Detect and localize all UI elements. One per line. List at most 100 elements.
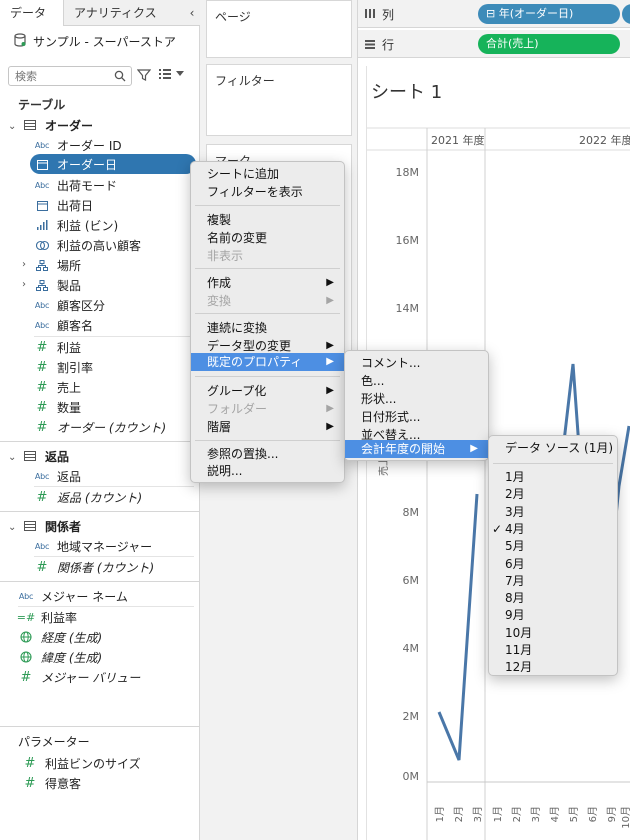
chevron-right-icon[interactable]: › [22,279,26,290]
datasource-row[interactable]: サンプル - スーパーストア [14,32,176,50]
field-profit-bin[interactable]: 利益 (ビン) [34,215,118,235]
menu-item-month[interactable]: 12月 [489,658,617,676]
field-label: 出荷モード [57,178,118,193]
filters-card[interactable]: フィルター [206,64,352,136]
table-returns[interactable]: 返品 [22,446,69,466]
search-input[interactable] [9,67,109,85]
menu-item-datasource-default[interactable]: データ ソース (1月) [489,439,617,457]
field-ship-mode[interactable]: Abc 出荷モード [34,175,117,195]
menu-item-group-by[interactable]: グループ化 ▶ [191,382,344,400]
pages-card[interactable]: ページ [206,0,352,58]
menu-item-fiscal-year-start[interactable]: 会計年度の開始 ▶ [345,440,488,458]
field-regional-manager[interactable]: Abc 地域マネージャー [34,536,152,556]
menu-item-convert-continuous[interactable]: 連続に変換 [191,319,344,337]
field-latitude[interactable]: 緯度 (生成) [18,647,102,667]
rows-shelf[interactable]: 行 合計(売上) [358,30,630,58]
menu-item-duplicate[interactable]: 複製 [191,211,344,229]
menu-item-label: 9月 [505,608,525,623]
field-product[interactable]: 製品 [34,275,81,295]
field-order-date[interactable]: オーダー日 [30,154,196,174]
measure-icon: # [24,755,36,771]
field-discount[interactable]: # 割引率 [34,357,93,377]
menu-item-comment[interactable]: コメント... [345,354,488,372]
menu-item-month[interactable]: 7月 [489,572,617,590]
field-customer-name[interactable]: Abc 顧客名 [34,315,93,335]
y-tick-label: 2M [403,710,420,723]
x-tick-label: 2月 [453,806,465,822]
menu-item-label: 階層 [207,420,232,434]
field-label: 利益 [57,340,82,355]
menu-item-describe[interactable]: 説明... [191,462,344,480]
submenu-arrow-icon: ▶ [326,385,334,396]
chevron-right-icon[interactable]: › [22,259,26,270]
menu-item-month[interactable]: 8月 [489,589,617,607]
menu-item-default-properties[interactable]: 既定のプロパティ ▶ [191,353,344,371]
menu-item-month[interactable]: 2月 [489,485,617,503]
menu-item-add-to-sheet[interactable]: シートに追加 [191,165,344,183]
field-returned[interactable]: Abc 返品 [34,466,81,486]
field-returns-count[interactable]: # 返品 (カウント) [34,487,143,507]
field-people-count[interactable]: # 関係者 (カウント) [34,557,155,577]
submenu-arrow-icon: ▶ [470,443,478,454]
x-tick-label: 1月 [434,806,446,822]
table-people[interactable]: 関係者 [22,516,81,536]
field-profit[interactable]: # 利益 [34,337,81,357]
menu-item-create[interactable]: 作成 ▶ [191,274,344,292]
submenu-arrow-icon: ▶ [326,356,334,367]
menu-item-label: データ型の変更 [207,339,292,353]
next-column-pill[interactable] [622,4,630,24]
field-sales[interactable]: # 売上 [34,377,81,397]
field-measure-names[interactable]: Abc メジャー ネーム [18,586,128,606]
menu-item-replace-references[interactable]: 参照の置換... [191,445,344,463]
sum-sales-pill[interactable]: 合計(売上) [478,34,620,54]
field-orders-count[interactable]: # オーダー (カウント) [34,417,167,437]
menu-item-month[interactable]: 5月 [489,537,617,555]
menu-item-month[interactable]: 11月 [489,641,617,659]
field-longitude[interactable]: 経度 (生成) [18,627,102,647]
collapse-pane-icon[interactable]: ‹ [184,0,200,25]
field-label: 利益率 [41,610,78,625]
chevron-down-icon[interactable]: ⌄ [8,522,16,533]
field-quantity[interactable]: # 数量 [34,397,81,417]
columns-shelf[interactable]: 列 ⊟ 年(オーダー日) [358,0,630,28]
field-label: メジャー バリュー [41,670,141,685]
submenu-arrow-icon: ▶ [326,403,334,414]
tab-data[interactable]: データ [0,0,64,26]
tab-analytics[interactable]: アナリティクス [64,0,184,26]
menu-item-rename[interactable]: 名前の変更 [191,229,344,247]
field-segment[interactable]: Abc 顧客区分 [34,295,105,315]
columns-label: 列 [382,8,395,22]
table-name: 関係者 [45,519,82,534]
parameter-profit-bin-size[interactable]: # 利益ビンのサイズ [22,753,141,773]
field-measure-values[interactable]: # メジャー バリュー [18,667,141,687]
menu-item-month[interactable]: 10月 [489,624,617,642]
menu-item-month[interactable]: 9月 [489,606,617,624]
menu-item-month[interactable]: 6月 [489,555,617,573]
string-icon: Abc [34,300,50,310]
menu-item-month[interactable]: ✓ 4月 [489,520,617,538]
pane-tabs: データ アナリティクス ‹ [0,0,200,26]
menu-item-date-format[interactable]: 日付形式... [345,408,488,426]
menu-item-month[interactable]: 3月 [489,503,617,521]
field-profit-ratio[interactable]: =# 利益率 [17,607,78,627]
table-orders[interactable]: オーダー [22,115,93,135]
chevron-down-icon[interactable]: ⌄ [8,121,16,132]
field-order-id[interactable]: Abc オーダー ID [34,135,122,155]
parameter-top-customers[interactable]: # 得意客 [22,773,81,793]
field-ship-date[interactable]: 出荷日 [34,195,93,215]
year-order-date-pill[interactable]: ⊟ 年(オーダー日) [478,4,620,24]
menu-item-show-filter[interactable]: フィルターを表示 [191,183,344,201]
view-options-icon[interactable] [158,68,184,80]
filter-icon[interactable] [136,68,152,85]
menu-item-hierarchy[interactable]: 階層 ▶ [191,418,344,436]
chevron-down-icon[interactable]: ⌄ [8,452,16,463]
y-tick-label: 0M [403,770,420,783]
menu-item-label: 10月 [505,625,533,640]
field-location[interactable]: 場所 [34,255,81,275]
menu-item-color[interactable]: 色... [345,372,488,390]
menu-item-shape[interactable]: 形状... [345,390,488,408]
field-top-customers[interactable]: 利益の高い顧客 [34,235,141,255]
search-box[interactable] [8,66,132,86]
parameters-header: パラメーター [18,734,90,749]
menu-item-month[interactable]: 1月 [489,468,617,486]
